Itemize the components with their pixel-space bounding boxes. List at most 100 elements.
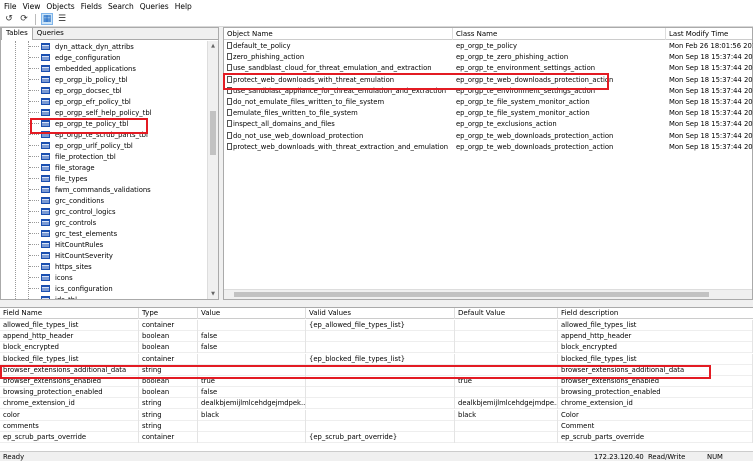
tree-item[interactable]: dyn_attack_dyn_attribs xyxy=(29,41,134,52)
object-row[interactable]: default_te_policy ep_orgp_te_policy Mon Fe… xyxy=(224,41,753,52)
tree-item[interactable]: ep_orgp_efr_policy_tbl xyxy=(29,96,131,107)
back-icon[interactable]: ↺ xyxy=(3,13,15,25)
tree-item[interactable]: edge_configuration xyxy=(28,52,120,63)
field-row[interactable]: allowed_file_types_list container {ep_allo… xyxy=(0,320,753,331)
menu-search[interactable]: Search xyxy=(108,2,134,11)
tree-item-label: ep_orgp_self_help_policy_tbl xyxy=(55,108,152,117)
col-field-description[interactable]: Field description xyxy=(558,308,753,319)
modify-time-cell: Mon Feb 26 18:01:56 2018 xyxy=(669,42,753,50)
object-name-cell: use_sandblast_appliance_for_threat_emula… xyxy=(227,86,453,97)
objects-pane: Object Name Class Name Last Modify Time … xyxy=(223,27,753,300)
field-row[interactable]: ep_scrub_parts_override container {ep_scru… xyxy=(0,432,753,443)
menu-file[interactable]: File xyxy=(4,2,17,11)
tree-item[interactable]: grc_test_elements xyxy=(28,228,117,239)
col-default-value[interactable]: Default Value xyxy=(455,308,558,319)
object-row[interactable]: emulate_files_written_to_file_system ep_o… xyxy=(224,108,753,119)
table-icon xyxy=(41,142,50,149)
tree-item[interactable]: ep_orgp_urlf_policy_tbl xyxy=(29,140,133,151)
col-class-name[interactable]: Class Name xyxy=(453,28,666,40)
object-row[interactable]: use_sandblast_appliance_for_threat_emula… xyxy=(224,86,753,97)
field-default-cell: dealkbjemijlmlcehdgejmdpe... xyxy=(455,398,558,410)
col-field-name[interactable]: Field Name xyxy=(0,308,139,319)
tree-item[interactable]: ep_orgp_te_policy_tbl xyxy=(28,118,128,129)
tree-item[interactable]: ep_orgp_self_help_policy_tbl xyxy=(29,107,152,118)
table-icon xyxy=(41,87,50,94)
table-icon xyxy=(41,131,50,138)
field-row[interactable]: block_encrypted boolean false block_encrypt… xyxy=(0,342,753,354)
menu-help[interactable]: Help xyxy=(175,2,192,11)
tree-item[interactable]: ep_orgp_docsec_tbl xyxy=(29,85,122,96)
object-row[interactable]: use_sandblast_cloud_for_threat_emulation… xyxy=(224,63,753,74)
object-row[interactable]: do_not_emulate_files_written_to_file_sys… xyxy=(224,97,753,108)
scroll-up-icon[interactable]: ▲ xyxy=(208,41,218,51)
object-name-cell: use_sandblast_cloud_for_threat_emulation… xyxy=(227,63,453,74)
scroll-thumb[interactable] xyxy=(234,292,710,297)
field-default-cell xyxy=(455,387,558,399)
col-object-name[interactable]: Object Name xyxy=(224,28,453,40)
col-value[interactable]: Value xyxy=(198,308,306,319)
menu-view[interactable]: View xyxy=(23,2,41,11)
object-name: default_te_policy xyxy=(233,42,291,50)
tree-item[interactable]: grc_control_logics xyxy=(29,206,116,217)
col-last-modify-time[interactable]: Last Modify Time xyxy=(666,28,752,40)
field-row[interactable]: chrome_extension_id string dealkbjemijlmlc… xyxy=(0,398,753,410)
tree-item[interactable]: grc_conditions xyxy=(28,195,104,206)
tree-item[interactable]: fwm_commands_validations xyxy=(29,184,151,195)
field-row[interactable]: blocked_file_types_list container {ep_bloc… xyxy=(0,353,753,365)
table-icon xyxy=(41,98,50,105)
table-icon xyxy=(41,252,50,259)
scroll-thumb[interactable] xyxy=(210,111,216,155)
menu-fields[interactable]: Fields xyxy=(81,2,102,11)
objects-hscrollbar[interactable] xyxy=(224,289,752,299)
tree-item[interactable]: icons xyxy=(29,272,73,283)
field-type-cell: boolean xyxy=(139,387,198,399)
col-type[interactable]: Type xyxy=(139,308,198,319)
object-row[interactable]: do_not_use_web_download_protection ep_org… xyxy=(224,131,753,142)
tree-item[interactable]: file_storage xyxy=(29,162,95,173)
table-icon xyxy=(41,175,50,182)
field-row[interactable]: browser_extensions_additional_data string… xyxy=(0,364,753,376)
field-row[interactable]: browsing_protection_enabled boolean false b… xyxy=(0,387,753,399)
tables-pane: Tables Queries dyn_attack_dyn_attribs edg… xyxy=(0,27,219,300)
tree-item-label: ep_orgp_ib_policy_tbl xyxy=(55,75,128,84)
object-row[interactable]: inspect_all_domains_and_files ep_orgp_te_… xyxy=(224,119,753,130)
tree-item-label: https_sites xyxy=(55,262,92,271)
field-row[interactable]: color string black black Color xyxy=(0,409,753,421)
tree-scrollbar[interactable]: ▲ ▼ xyxy=(207,41,218,299)
tree-item[interactable]: embedded_applications xyxy=(29,63,136,74)
field-row[interactable]: append_http_header boolean false append_htt… xyxy=(0,331,753,343)
object-row[interactable]: protect_web_downloads_with_threat_extrac… xyxy=(224,142,753,153)
field-type-cell: container xyxy=(139,432,198,443)
field-name-cell: browsing_protection_enabled xyxy=(0,387,139,399)
tree-item[interactable]: ids_tbl xyxy=(41,294,77,299)
menu-queries[interactable]: Queries xyxy=(140,2,169,11)
tree-item[interactable]: file_protection_tbl xyxy=(29,151,116,162)
field-valid-cell xyxy=(306,331,455,343)
tree-item[interactable]: grc_controls xyxy=(28,217,96,228)
field-row[interactable]: comments string Comment xyxy=(0,420,753,432)
refresh-icon[interactable]: ⟳ xyxy=(18,13,30,25)
object-row[interactable]: protect_web_downloads_with_threat_emulat… xyxy=(224,75,753,86)
object-row[interactable]: zero_phishing_action ep_orgp_te_zero_phis… xyxy=(224,52,753,63)
tree-item[interactable]: https_sites xyxy=(29,261,92,272)
col-valid-values[interactable]: Valid Values xyxy=(306,308,455,319)
tab-queries[interactable]: Queries xyxy=(33,28,68,40)
tree-item[interactable]: ep_orgp_ib_policy_tbl xyxy=(29,74,128,85)
tree-item[interactable]: HitCountSeverity xyxy=(29,250,113,261)
grid-view-icon[interactable]: ▦ xyxy=(41,13,53,25)
field-desc-cell: append_http_header xyxy=(558,331,753,343)
tree-item[interactable]: HitCountRules xyxy=(28,239,103,250)
field-name-cell: comments xyxy=(0,420,139,432)
tree-item[interactable]: file_types xyxy=(28,173,88,184)
field-row[interactable]: browser_extensions_enabled boolean true tru… xyxy=(0,376,753,387)
scroll-down-icon[interactable]: ▼ xyxy=(208,289,218,299)
tab-tables[interactable]: Tables xyxy=(1,28,33,40)
table-icon xyxy=(41,65,50,72)
tree-item[interactable]: ics_configuration xyxy=(29,283,113,294)
menu-objects[interactable]: Objects xyxy=(46,2,74,11)
tree-item-label: file_types xyxy=(55,174,88,183)
list-view-icon[interactable]: ☰ xyxy=(56,13,68,25)
object-name-cell: default_te_policy xyxy=(227,41,453,52)
tree-item[interactable]: ep_orgp_te_scrub_parts_tbl xyxy=(29,129,148,140)
field-type-cell: boolean xyxy=(139,331,198,343)
